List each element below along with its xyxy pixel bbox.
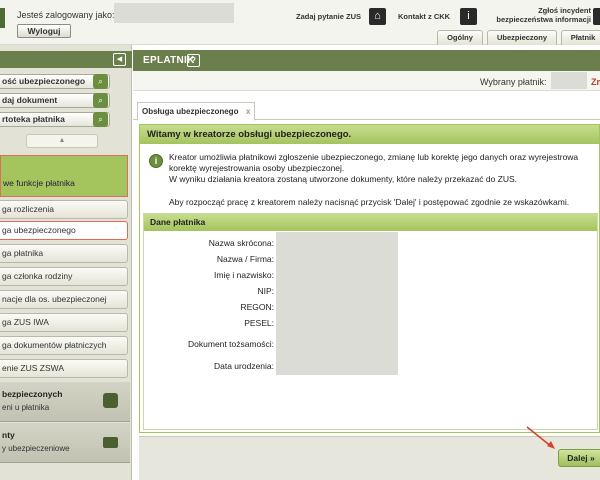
selected-payer-value bbox=[551, 72, 587, 89]
ask-zus-link[interactable]: Zadaj pytanie ZUS bbox=[296, 12, 361, 21]
group-title: bezpieczonych bbox=[2, 389, 63, 399]
tab-ogolny[interactable]: Ogólny bbox=[437, 30, 483, 45]
wizard-line: W wyniku działania kreatora zostaną utwo… bbox=[169, 174, 518, 184]
dane-platnika-panel: Dane płatnika Nazwa skrócona: Nazwa / Fi… bbox=[143, 213, 598, 430]
security-incident-link[interactable]: Zgłoś incydent bezpieczeństwa informacji bbox=[479, 6, 591, 24]
top-bar: Jesteś zalogowany jako: Wyloguj Zadaj py… bbox=[0, 0, 600, 45]
wizard-footer: Dalej » bbox=[139, 436, 600, 480]
group-subtitle: y ubezpieczeniowe bbox=[2, 444, 70, 453]
field-label-nip: NIP: bbox=[257, 286, 274, 296]
close-icon[interactable]: x bbox=[246, 103, 250, 120]
sidebar-item-czlonka-rodziny[interactable]: ga członka rodziny bbox=[0, 267, 128, 286]
field-label-data-urodzenia: Data urodzenia: bbox=[213, 361, 274, 371]
sidebar-item-ubezpieczonego[interactable]: ga ubezpieczonego bbox=[0, 221, 128, 240]
wizard-instruction: Aby rozpocząć pracę z kreatorem należy n… bbox=[169, 197, 570, 207]
tab-platnik[interactable]: Płatnik bbox=[561, 30, 600, 45]
info-contact-icon[interactable]: i bbox=[460, 8, 477, 25]
group-title: nty bbox=[2, 430, 15, 440]
dane-platnika-heading: Dane płatnika bbox=[144, 214, 597, 231]
collapse-sidebar-icon[interactable]: ◀ bbox=[113, 53, 126, 66]
wizard-line: Kreator umożliwia płatnikowi zgłoszenie … bbox=[169, 152, 579, 162]
sidebar-item-zus-iwa[interactable]: ga ZUS IWA bbox=[0, 313, 128, 332]
logout-button[interactable]: Wyloguj bbox=[17, 24, 71, 38]
sidebar-item-informacje[interactable]: nacje dla os. ubezpieczonej bbox=[0, 290, 128, 309]
chat-icon[interactable]: ⌂ bbox=[369, 8, 386, 25]
wizard-heading: Witamy w kreatorze obsługi ubezpieczoneg… bbox=[140, 125, 599, 144]
contact-ckk-link[interactable]: Kontakt z CKK bbox=[398, 12, 450, 21]
tab-obsluga-ubezpieczonego[interactable]: Obsługa ubezpieczonego x bbox=[137, 102, 255, 121]
main-content: EPLATNIK ? Wybrany płatnik: Zm Obsługa u… bbox=[133, 45, 600, 480]
sidebar-group-dokumenty[interactable]: nty y ubezpieczeniowe bbox=[0, 423, 130, 463]
search-icon[interactable]: ⌕ bbox=[93, 112, 108, 127]
scroll-up-button[interactable]: ▲ bbox=[26, 134, 98, 148]
field-label-nazwa-skrocona: Nazwa skrócona: bbox=[208, 238, 274, 248]
new-functions-panel[interactable]: we funkcje płatnika bbox=[0, 155, 128, 197]
content-tab-strip: Obsługa ubezpieczonego x bbox=[133, 100, 600, 121]
help-icon[interactable]: ? bbox=[187, 54, 200, 67]
sidebar-item-platnika[interactable]: ga płatnika bbox=[0, 244, 128, 263]
field-label-nazwa-firma: Nazwa / Firma: bbox=[216, 254, 274, 264]
search-icon[interactable]: ⌕ bbox=[93, 74, 108, 89]
payer-bar: Wybrany płatnik: Zm bbox=[133, 71, 600, 91]
payer-data-values bbox=[276, 232, 398, 375]
people-icon bbox=[103, 393, 118, 408]
info-icon: i bbox=[149, 154, 163, 168]
next-button[interactable]: Dalej » bbox=[558, 449, 600, 467]
selected-payer-label: Wybrany płatnik: bbox=[480, 77, 547, 87]
sidebar-group-ubezpieczonych[interactable]: bezpieczonych eni u płatnika bbox=[0, 382, 130, 422]
field-label-dokument: Dokument tożsamości: bbox=[188, 339, 274, 349]
sidebar-item-zus-zswa[interactable]: enie ZUS ZSWA bbox=[0, 359, 128, 378]
sidebar: ◀ ość ubezpieczonego ⌕ daj dokument ⌕ rt… bbox=[0, 45, 132, 480]
incident-label-line2: bezpieczeństwa informacji bbox=[496, 15, 591, 24]
tab-label: Obsługa ubezpieczonego bbox=[142, 107, 239, 116]
logo bbox=[0, 8, 5, 28]
sidebar-header: ◀ bbox=[0, 51, 132, 68]
field-label-regon: REGON: bbox=[240, 302, 274, 312]
logged-user-name bbox=[114, 3, 234, 23]
wizard-panel: Witamy w kreatorze obsługi ubezpieczoneg… bbox=[139, 124, 600, 433]
field-label-pesel: PESEL: bbox=[244, 318, 274, 328]
main-header: EPLATNIK ? bbox=[133, 50, 600, 71]
alert-icon[interactable] bbox=[593, 8, 600, 25]
new-functions-label: we funkcje płatnika bbox=[3, 178, 75, 188]
search-icon[interactable]: ⌕ bbox=[93, 93, 108, 108]
wizard-description: Kreator umożliwia płatnikowi zgłoszenie … bbox=[169, 152, 600, 185]
change-payer-link[interactable]: Zm bbox=[591, 77, 600, 87]
wizard-line: korektę wyrejestrowania osoby ubezpieczo… bbox=[169, 163, 345, 173]
folder-icon bbox=[103, 437, 118, 448]
sidebar-item-rozliczenia[interactable]: ga rozliczenia bbox=[0, 200, 128, 219]
group-subtitle: eni u płatnika bbox=[2, 403, 50, 412]
login-label: Jesteś zalogowany jako: bbox=[17, 10, 115, 20]
sidebar-item-dokumentow-platniczych[interactable]: ga dokumentów płatniczych bbox=[0, 336, 128, 355]
incident-label-line1: Zgłoś incydent bbox=[538, 6, 591, 15]
field-label-imie-nazwisko: Imię i nazwisko: bbox=[214, 270, 274, 280]
tab-ubezpieczony[interactable]: Ubezpieczony bbox=[487, 30, 557, 45]
